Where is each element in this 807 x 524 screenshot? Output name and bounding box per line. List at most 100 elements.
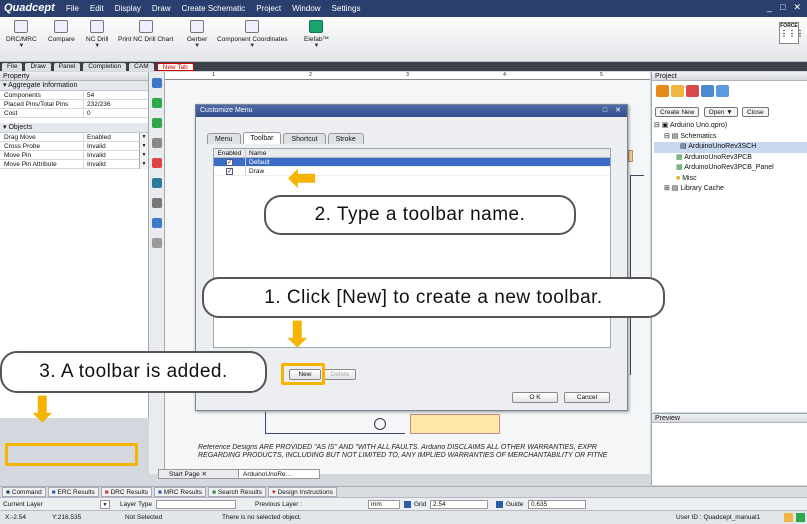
property-select[interactable]: Enabled ▼: [84, 133, 148, 142]
checkbox[interactable]: ✓: [226, 158, 233, 166]
print-nc-drill-chart-label: Print NC Drill Chart: [118, 36, 174, 43]
layer-type-select[interactable]: [156, 500, 236, 509]
tab-file[interactable]: File: [2, 62, 23, 71]
tree-item-schematic-sheet[interactable]: ▤ ArduinoUnoRev3SCH: [654, 142, 807, 153]
objects-section[interactable]: ▾ Objects: [0, 123, 148, 133]
elefab-button[interactable]: Elefab™ ▼: [304, 20, 329, 49]
tab-new-tab[interactable]: New Tab: [156, 62, 194, 71]
tree-item-pcb-panel[interactable]: ▦ ArduinoUnoRev3PCB_Panel: [654, 163, 807, 174]
maximize-icon[interactable]: □: [603, 105, 607, 117]
print-nc-drill-chart-button[interactable]: Print NC Drill Chart: [118, 20, 173, 43]
settings-icon[interactable]: [151, 238, 162, 248]
menu-display[interactable]: Display: [115, 4, 141, 13]
tab-cam[interactable]: CAM: [129, 62, 154, 71]
dialog-tabs: Menu Toolbar Shortcut Stroke: [207, 132, 364, 144]
schematic-part: [410, 414, 500, 434]
chevron-down-icon[interactable]: ▼: [139, 151, 148, 160]
minimize-icon[interactable]: _: [767, 2, 772, 13]
tree-item-pcb[interactable]: ▦ ArduinoUnoRev3PCB: [654, 153, 807, 164]
tree-item-library-cache[interactable]: ⊞ ▤ Library Cache: [654, 184, 807, 195]
property-select[interactable]: Invalid ▼: [84, 160, 148, 169]
tab-toolbar[interactable]: Toolbar: [242, 132, 282, 144]
checkbox[interactable]: ✓: [226, 167, 233, 175]
menu-draw[interactable]: Draw: [152, 4, 171, 13]
ok-button[interactable]: O K: [512, 392, 558, 403]
nc-drill-button[interactable]: NC Drill ▼: [86, 20, 108, 49]
tree-item-schematics[interactable]: ⊟ ▤ Schematics: [654, 132, 807, 143]
arrow-right-icon[interactable]: [151, 118, 162, 128]
zoom-in-icon[interactable]: [151, 178, 162, 188]
menu-settings[interactable]: Settings: [332, 4, 361, 13]
component-coordinates-button[interactable]: Component Coordinates ▼: [217, 20, 287, 49]
chevron-down-icon[interactable]: ▼: [139, 142, 148, 151]
tab-mrc-results[interactable]: ■ MRC Results: [154, 487, 207, 497]
zoom-out-icon[interactable]: [151, 198, 162, 208]
create-new-button[interactable]: Create New: [655, 107, 700, 117]
library-icon[interactable]: [671, 85, 684, 97]
tab-draw[interactable]: Draw: [25, 62, 51, 71]
property-key: Move Pin Attribute: [0, 160, 84, 168]
property-value: Invalid: [87, 161, 106, 168]
gerber-button[interactable]: Gerber ▼: [187, 20, 207, 49]
tab-design-instructions[interactable]: ♥ Design Instructions: [267, 487, 337, 497]
column-name: Name: [249, 150, 267, 157]
property-select[interactable]: Invalid ▼: [84, 151, 148, 160]
tab-search-results[interactable]: ■ Search Results: [208, 487, 266, 497]
chevron-down-icon[interactable]: ▼: [139, 133, 148, 142]
gerber-label: Gerber: [187, 36, 208, 43]
menu-create-schematic[interactable]: Create Schematic: [182, 4, 246, 13]
grid-input[interactable]: 2.54: [430, 500, 488, 509]
component-icon[interactable]: [686, 85, 699, 97]
tab-shortcut[interactable]: Shortcut: [283, 133, 326, 144]
property-value: Invalid: [87, 152, 106, 159]
tab-panel[interactable]: Panel: [53, 62, 81, 71]
tab-command[interactable]: ■ Command: [2, 487, 46, 497]
list-item[interactable]: ✓ Draw: [214, 167, 610, 176]
compare-button[interactable]: Compare: [48, 20, 75, 43]
tree-item-project[interactable]: ⊟ ▣ Arduino Uno.qpro): [654, 121, 807, 132]
folder-icon[interactable]: [656, 85, 669, 97]
list-item[interactable]: ✓ Default: [214, 158, 610, 167]
arrow-left-icon[interactable]: [151, 98, 162, 108]
maximize-icon[interactable]: □: [780, 2, 785, 13]
tab-erc-results[interactable]: ■ ERC Results: [47, 487, 99, 497]
check-icon[interactable]: [796, 513, 805, 522]
cancel-button[interactable]: Cancel: [564, 392, 610, 403]
tab-menu[interactable]: Menu: [207, 133, 241, 144]
list-icon[interactable]: [716, 85, 729, 97]
cursor-y: Y:216.535: [52, 514, 82, 521]
search-icon[interactable]: [701, 85, 714, 97]
edit-icon[interactable]: [784, 513, 793, 522]
tab-stroke[interactable]: Stroke: [327, 133, 364, 144]
guide-input[interactable]: 0.635: [528, 500, 586, 509]
grid-checkbox[interactable]: [404, 501, 411, 508]
menu-edit[interactable]: Edit: [90, 4, 104, 13]
save-icon[interactable]: [151, 138, 162, 148]
tab-drc-results[interactable]: ■ DRC Results: [100, 487, 153, 497]
tab-arduino-schematic[interactable]: ArduinoUnoRe…: [238, 469, 320, 479]
tab-completion[interactable]: Completion: [83, 62, 127, 71]
guide-checkbox[interactable]: [496, 501, 503, 508]
open-button[interactable]: Open ▼: [703, 107, 738, 117]
close-button[interactable]: Close: [741, 107, 769, 117]
delete-button[interactable]: Delete: [324, 369, 356, 380]
property-select[interactable]: Invalid ▼: [84, 142, 148, 151]
menu-file[interactable]: File: [66, 4, 79, 13]
chevron-down-icon[interactable]: ▼: [139, 160, 148, 169]
gear-icon[interactable]: [151, 218, 162, 228]
select-tool-icon[interactable]: [151, 78, 162, 88]
chevron-down-icon[interactable]: ▼: [100, 500, 110, 509]
menu-project[interactable]: Project: [256, 4, 281, 13]
force-button[interactable]: FORCE ⋮⋮⋮: [779, 22, 804, 44]
close-icon[interactable]: ✕: [793, 2, 801, 13]
property-key: Placed Pins/Total Pins: [0, 100, 84, 108]
tree-item-misc[interactable]: ■ Misc: [654, 174, 807, 185]
close-icon[interactable]: ✕: [615, 105, 621, 117]
menu-window[interactable]: Window: [292, 4, 320, 13]
unit-select[interactable]: mm: [368, 500, 400, 509]
tree-label: Misc: [682, 174, 697, 182]
drc-mrc-button[interactable]: DRC/MRC ▼: [6, 20, 37, 49]
close-icon[interactable]: ✕: [202, 471, 207, 478]
aggregate-section[interactable]: ▾ Aggregate Information: [0, 81, 148, 91]
component-icon[interactable]: [151, 158, 162, 168]
